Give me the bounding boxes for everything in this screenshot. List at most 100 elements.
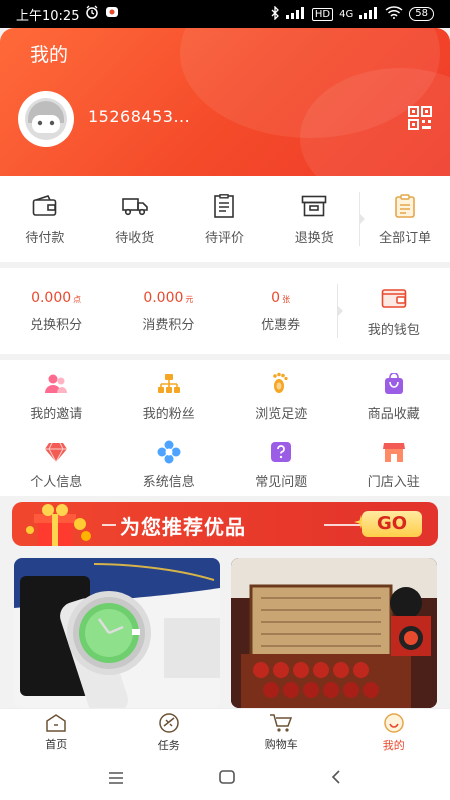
battery-indicator: 58 — [409, 7, 434, 21]
order-label: 待评价 — [204, 230, 244, 246]
tab-home[interactable]: 首页 — [0, 709, 113, 756]
service-label: 我的粉丝 — [142, 407, 195, 422]
return-box-icon — [301, 193, 327, 219]
user-phone[interactable]: 15268453... — [88, 107, 190, 126]
services-row-1: 我的邀请 我的粉丝 浏览足迹 商品收藏 — [0, 366, 450, 428]
points-value: 0 张 — [271, 290, 290, 306]
faq[interactable]: 常见问题 — [225, 434, 338, 496]
gift-box-icon — [22, 502, 102, 546]
browse-history[interactable]: 浏览足迹 — [225, 366, 338, 428]
signal-icon-2 — [359, 6, 379, 22]
app-notification-icon — [105, 5, 119, 23]
store-icon — [382, 440, 406, 464]
consumption-points[interactable]: 0.000 元 消费积分 — [112, 268, 224, 354]
order-pending-review[interactable]: 待评价 — [180, 176, 270, 262]
shopping-bag-icon — [382, 372, 406, 396]
avatar-face-icon — [25, 98, 67, 140]
coupons[interactable]: 0 张 优惠券 — [225, 268, 337, 354]
service-label: 常见问题 — [255, 475, 308, 490]
points-value: 0.000 点 — [31, 290, 81, 306]
bottom-tab-bar: 首页 任务 购物车 我的 — [0, 708, 450, 756]
services-row-2: 个人信息 系统信息 常见问题 门店入驻 — [0, 434, 450, 496]
tab-task[interactable]: 任务 — [113, 709, 226, 756]
wifi-icon — [385, 6, 403, 22]
exchange-points[interactable]: 0.000 点 兑换积分 — [0, 268, 112, 354]
tea-set-product-image — [231, 558, 437, 708]
tab-cart[interactable]: 购物车 — [225, 709, 338, 756]
cart-icon — [270, 714, 293, 732]
service-label: 门店入驻 — [367, 475, 420, 490]
points-row: 0.000 点 兑换积分 0.000 元 消费积分 0 张 优惠券 我的钱包 — [0, 268, 450, 354]
banner-text: 为您推荐优品 — [120, 515, 246, 539]
flower-icon — [157, 440, 181, 464]
points-label: 消费积分 — [142, 317, 195, 333]
points-number: 0.000 — [31, 289, 72, 306]
points-number: 0.000 — [143, 289, 184, 306]
tab-label: 首页 — [45, 738, 68, 751]
product-card[interactable] — [231, 558, 437, 708]
points-label: 优惠券 — [261, 317, 301, 333]
menu-icon[interactable] — [108, 769, 124, 788]
my-fans[interactable]: 我的粉丝 — [113, 366, 226, 428]
bluetooth-icon — [270, 4, 280, 23]
alarm-icon — [85, 5, 99, 23]
points-card: 0.000 点 兑换积分 0.000 元 消费积分 0 张 优惠券 我的钱包 — [0, 268, 450, 354]
page-title: 我的 — [30, 44, 69, 66]
tab-label: 任务 — [157, 739, 180, 752]
footprint-icon — [269, 372, 293, 396]
service-label: 我的邀请 — [30, 407, 83, 422]
banner-line-left — [102, 524, 116, 526]
tab-profile[interactable]: 我的 — [338, 709, 450, 756]
services-card: 我的邀请 我的粉丝 浏览足迹 商品收藏 个人信息 系统信息 常见问题 门店入驻 — [0, 360, 450, 496]
back-icon[interactable] — [330, 769, 342, 788]
status-left: 上午10:25 — [16, 5, 119, 24]
product-card[interactable] — [14, 558, 220, 708]
invite-users-icon — [44, 372, 68, 396]
order-pending-receipt[interactable]: 待收货 — [90, 176, 180, 262]
recommend-banner[interactable]: 为您推荐优品 GO — [12, 502, 438, 546]
service-label: 商品收藏 — [367, 407, 420, 422]
home-icon — [46, 714, 66, 732]
status-bar: 上午10:25 HD 4G 58 — [0, 0, 450, 28]
question-icon — [269, 440, 293, 464]
clipboard-icon — [392, 193, 418, 219]
store-registration[interactable]: 门店入驻 — [338, 434, 450, 496]
status-right: HD 4G 58 — [270, 4, 434, 23]
watch-product-image — [14, 558, 220, 708]
red-wallet-icon — [381, 285, 407, 311]
avatar[interactable] — [18, 91, 74, 147]
orders-row: 待付款 待收货 待评价 退换货 全部订单 — [0, 176, 450, 262]
order-returns[interactable]: 退换货 — [269, 176, 359, 262]
points-unit: 元 — [185, 294, 194, 304]
qr-code-icon[interactable] — [408, 106, 432, 130]
order-label: 退换货 — [294, 230, 334, 246]
diamond-icon — [44, 440, 68, 464]
wallet-icon — [32, 193, 58, 219]
order-pending-payment[interactable]: 待付款 — [0, 176, 90, 262]
my-invitations[interactable]: 我的邀请 — [0, 366, 113, 428]
orders-card: 待付款 待收货 待评价 退换货 全部订单 — [0, 176, 450, 262]
go-button[interactable]: GO — [362, 511, 422, 537]
divider — [359, 192, 366, 246]
review-icon — [211, 193, 237, 219]
all-orders-button[interactable]: 全部订单 — [360, 176, 450, 262]
system-info[interactable]: 系统信息 — [113, 434, 226, 496]
service-label: 个人信息 — [30, 475, 83, 490]
my-profile-page: 上午10:25 HD 4G 58 我的 15268453... 待付款 待收货 … — [0, 0, 450, 800]
product-favorites[interactable]: 商品收藏 — [338, 366, 450, 428]
signal-icon — [285, 6, 306, 22]
service-label: 系统信息 — [142, 475, 195, 490]
points-number: 0 — [271, 289, 281, 306]
profile-header: 我的 15268453... — [0, 28, 450, 176]
hd-badge: HD — [311, 7, 334, 21]
personal-info[interactable]: 个人信息 — [0, 434, 113, 496]
points-label: 兑换积分 — [30, 317, 83, 333]
points-unit: 张 — [282, 294, 291, 304]
system-navigation-bar — [0, 756, 450, 800]
my-wallet-button[interactable]: 我的钱包 — [338, 268, 450, 354]
fans-tree-icon — [157, 372, 181, 396]
my-wallet-label: 我的钱包 — [367, 322, 420, 338]
home-button-icon[interactable] — [219, 769, 235, 788]
network-type: 4G — [339, 8, 354, 20]
all-orders-label: 全部订单 — [379, 230, 432, 246]
